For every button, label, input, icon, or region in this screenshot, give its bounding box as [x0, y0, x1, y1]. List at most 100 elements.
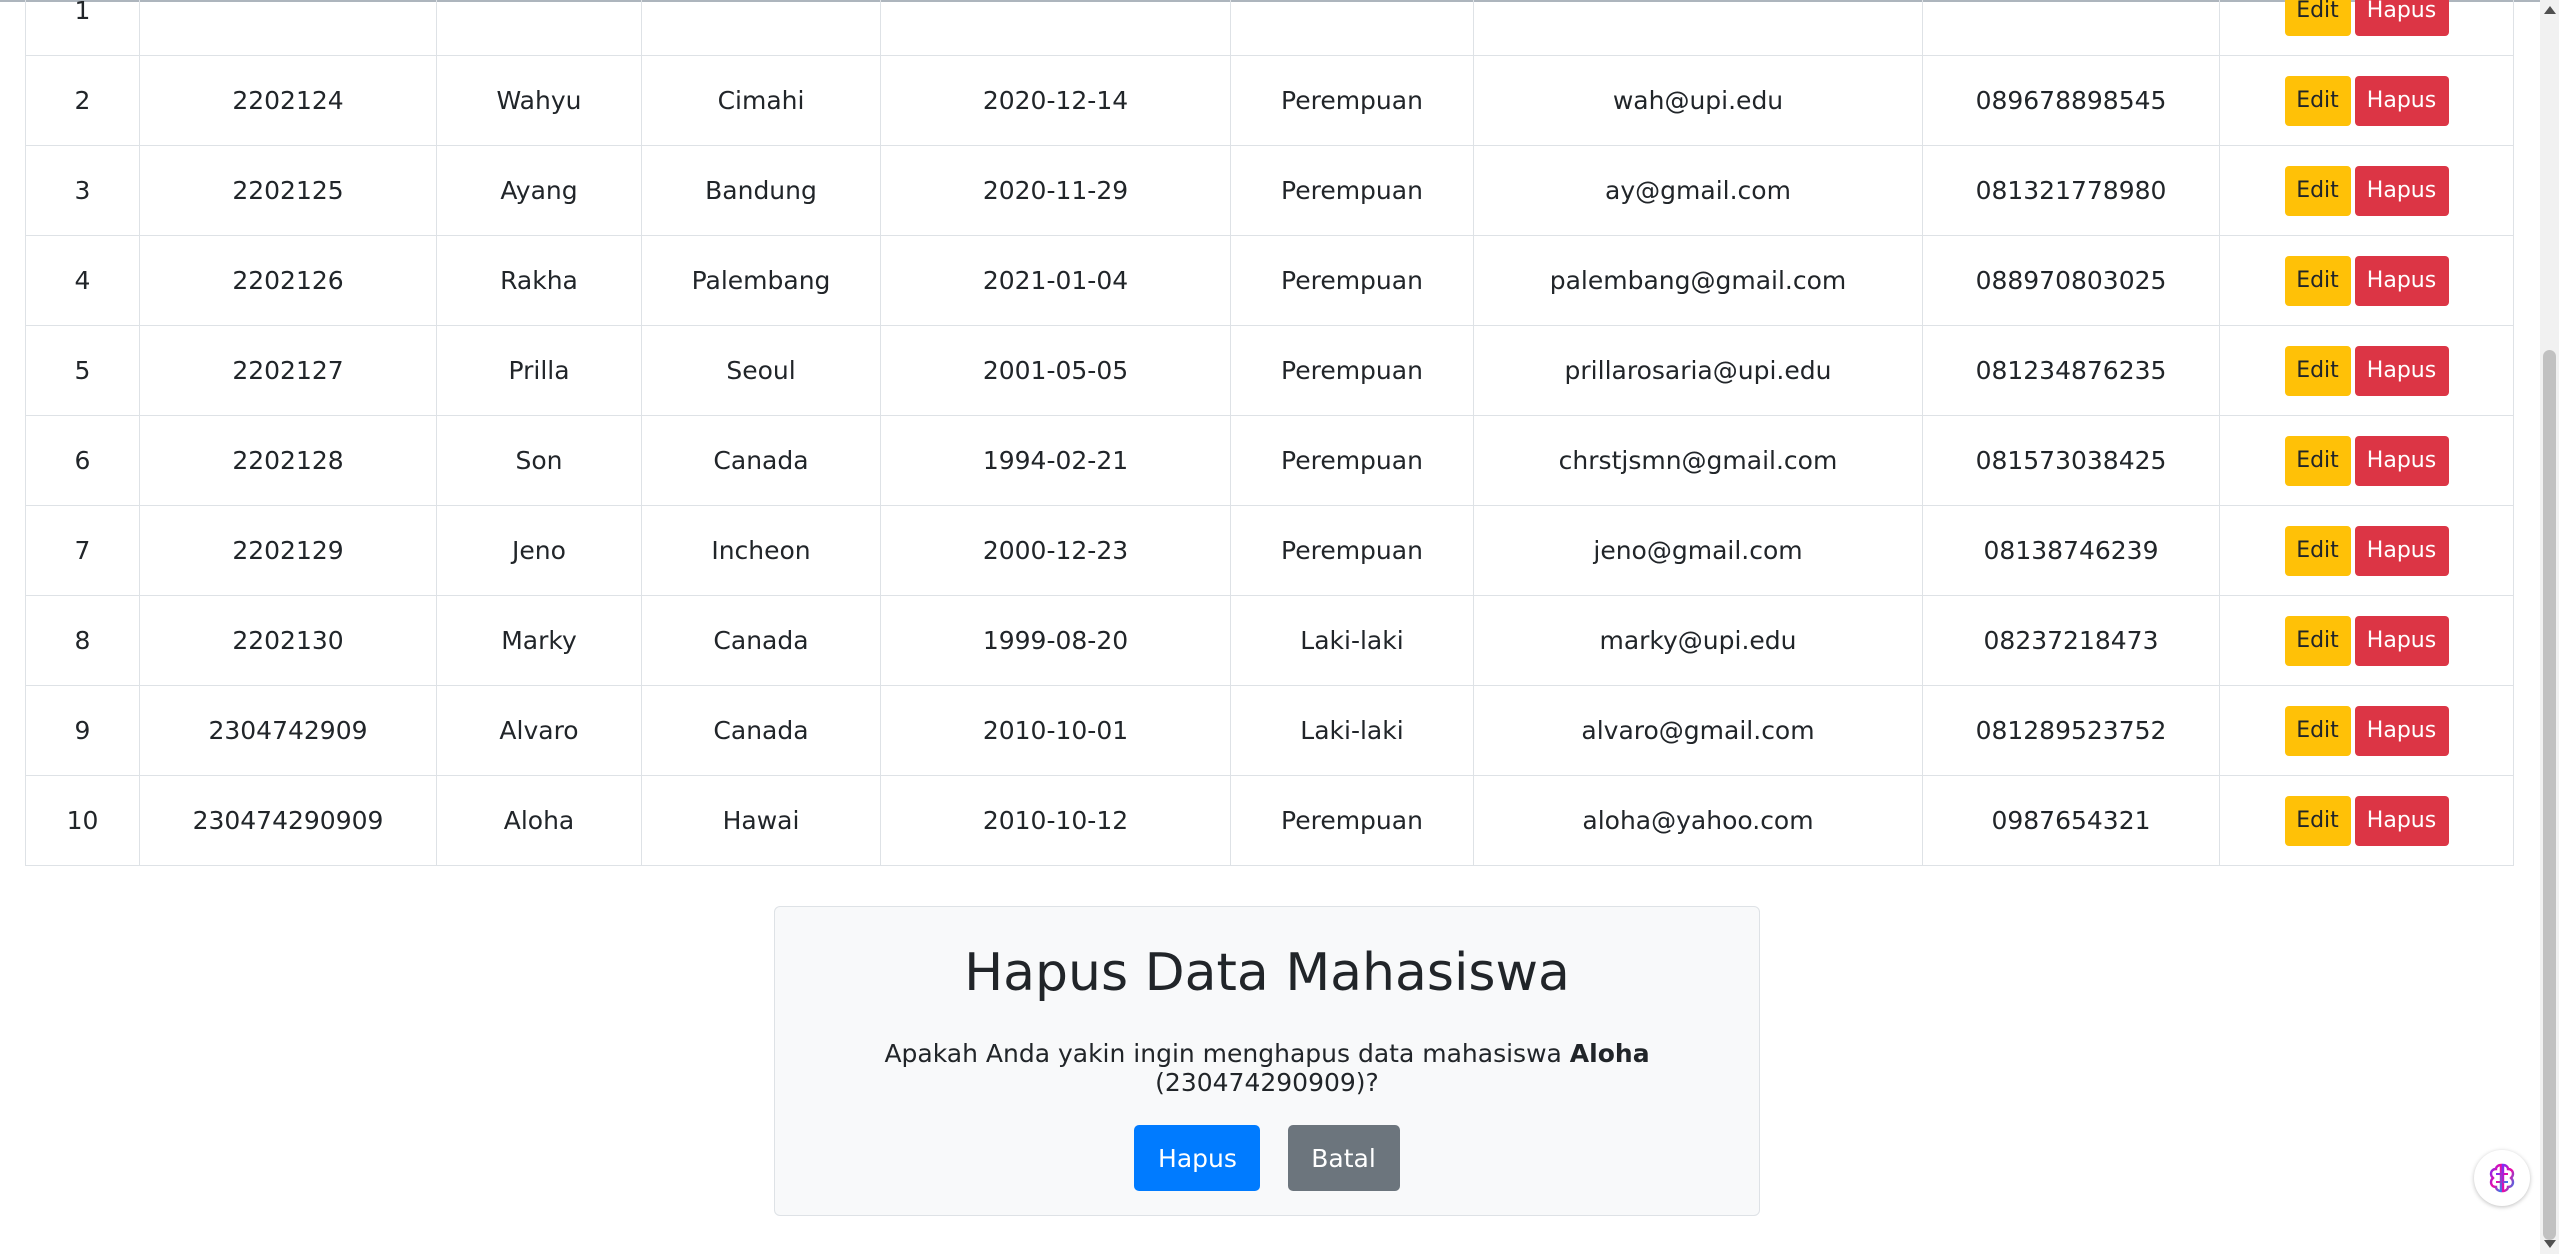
delete-button[interactable]: Hapus — [2354, 795, 2449, 846]
cell-email: jeno@gmail.com — [1473, 505, 1923, 596]
confirm-actions: Hapus Batal — [775, 1125, 1759, 1191]
cell-actions: Edit Hapus — [2219, 0, 2514, 56]
cell-gender: Perempuan — [1230, 325, 1474, 416]
cell-no: 2 — [25, 55, 140, 146]
cell-birthplace: Seoul — [641, 325, 881, 416]
delete-button[interactable]: Hapus — [2354, 435, 2449, 486]
cell-name — [436, 0, 642, 56]
cell-actions: Edit Hapus — [2219, 145, 2514, 236]
cell-email: marky@upi.edu — [1473, 595, 1923, 686]
delete-button[interactable]: Hapus — [2354, 0, 2449, 36]
delete-button[interactable]: Hapus — [2354, 705, 2449, 756]
edit-button[interactable]: Edit — [2284, 0, 2351, 36]
scroll-up-arrow-icon[interactable] — [2544, 6, 2556, 14]
table-row: 2 2202124 Wahyu Cimahi 2020-12-14 Perempuan wa… — [25, 55, 2514, 146]
brain-icon — [2489, 1163, 2515, 1193]
cell-actions: Edit Hapus — [2219, 415, 2514, 506]
cell-phone: 08237218473 — [1922, 595, 2220, 686]
delete-button[interactable]: Hapus — [2354, 525, 2449, 576]
table-row: 9 2304742909 Alvaro Canada 2010-10-01 Laki-la… — [25, 685, 2514, 776]
delete-button[interactable]: Hapus — [2354, 255, 2449, 306]
cell-phone: 081234876235 — [1922, 325, 2220, 416]
cell-birthdate: 1999-08-20 — [880, 595, 1231, 686]
vertical-scrollbar[interactable] — [2540, 0, 2559, 1254]
cell-actions: Edit Hapus — [2219, 55, 2514, 146]
cell-gender: Perempuan — [1230, 145, 1474, 236]
cell-birthdate: 2010-10-01 — [880, 685, 1231, 776]
cell-phone — [1922, 0, 2220, 56]
cell-name: Prilla — [436, 325, 642, 416]
confirm-delete-button[interactable]: Hapus — [1134, 1125, 1261, 1191]
cell-birthdate: 2000-12-23 — [880, 505, 1231, 596]
delete-button[interactable]: Hapus — [2354, 165, 2449, 216]
cell-actions: Edit Hapus — [2219, 775, 2514, 866]
cell-birthplace: Canada — [641, 415, 881, 506]
cell-nim: 2202124 — [139, 55, 437, 146]
cell-birthdate: 2001-05-05 — [880, 325, 1231, 416]
cell-no: 1 — [25, 0, 140, 56]
cell-birthplace: Canada — [641, 685, 881, 776]
cell-email: palembang@gmail.com — [1473, 235, 1923, 326]
cell-nim: 2202127 — [139, 325, 437, 416]
cell-birthdate — [880, 0, 1231, 56]
cell-gender: Perempuan — [1230, 235, 1474, 326]
edit-button[interactable]: Edit — [2284, 795, 2351, 846]
confirm-title: Hapus Data Mahasiswa — [964, 943, 1570, 1003]
cell-phone: 08138746239 — [1922, 505, 2220, 596]
table-row: 10 230474290909 Aloha Hawai 2010-10-12 Peremp… — [25, 775, 2514, 866]
scroll-thumb[interactable] — [2543, 350, 2556, 1240]
cell-phone: 081321778980 — [1922, 145, 2220, 236]
cell-birthplace: Palembang — [641, 235, 881, 326]
cancel-button[interactable]: Batal — [1287, 1125, 1400, 1191]
cell-actions: Edit Hapus — [2219, 685, 2514, 776]
cell-phone: 0987654321 — [1922, 775, 2220, 866]
scroll-down-arrow-icon[interactable] — [2544, 1240, 2556, 1248]
cell-gender — [1230, 0, 1474, 56]
cell-name: Marky — [436, 595, 642, 686]
cell-birthdate: 1994-02-21 — [880, 415, 1231, 506]
table-row: 8 2202130 Marky Canada 1999-08-20 Laki-laki ma… — [25, 595, 2514, 686]
cell-no: 5 — [25, 325, 140, 416]
cell-birthdate: 2010-10-12 — [880, 775, 1231, 866]
cell-phone: 081289523752 — [1922, 685, 2220, 776]
cell-gender: Laki-laki — [1230, 595, 1474, 686]
cell-nim: 230474290909 — [139, 775, 437, 866]
delete-confirmation-card: Hapus Data Mahasiswa Apakah Anda yakin i… — [774, 906, 1760, 1216]
cell-actions: Edit Hapus — [2219, 505, 2514, 596]
edit-button[interactable]: Edit — [2284, 615, 2351, 666]
cell-name: Ayang — [436, 145, 642, 236]
edit-button[interactable]: Edit — [2284, 525, 2351, 576]
cell-gender: Perempuan — [1230, 55, 1474, 146]
cell-name: Jeno — [436, 505, 642, 596]
delete-button[interactable]: Hapus — [2354, 615, 2449, 666]
edit-button[interactable]: Edit — [2284, 165, 2351, 216]
cell-nim: 2202129 — [139, 505, 437, 596]
cell-birthplace: Bandung — [641, 145, 881, 236]
cell-birthplace: Canada — [641, 595, 881, 686]
delete-button[interactable]: Hapus — [2354, 345, 2449, 396]
edit-button[interactable]: Edit — [2284, 345, 2351, 396]
edit-button[interactable]: Edit — [2284, 705, 2351, 756]
edit-button[interactable]: Edit — [2284, 255, 2351, 306]
confirm-student-name: Aloha — [1569, 1039, 1650, 1068]
delete-button[interactable]: Hapus — [2354, 75, 2449, 126]
table-row: 1 Edit Hapus — [25, 0, 2514, 56]
cell-gender: Perempuan — [1230, 505, 1474, 596]
edit-button[interactable]: Edit — [2284, 75, 2351, 126]
edit-button[interactable]: Edit — [2284, 435, 2351, 486]
cell-name: Wahyu — [436, 55, 642, 146]
cell-name: Aloha — [436, 775, 642, 866]
assistant-button[interactable] — [2474, 1150, 2530, 1206]
cell-no: 6 — [25, 415, 140, 506]
cell-nim: 2304742909 — [139, 685, 437, 776]
cell-gender: Laki-laki — [1230, 685, 1474, 776]
cell-actions: Edit Hapus — [2219, 235, 2514, 326]
cell-email: chrstjsmn@gmail.com — [1473, 415, 1923, 506]
cell-no: 7 — [25, 505, 140, 596]
table-body: 1 Edit Hapus 2 2202124 Wahyu Cimahi 2020-12-14 P… — [25, 0, 2514, 866]
student-table: 1 Edit Hapus 2 2202124 Wahyu Cimahi 2020-12-14 P… — [25, 0, 2514, 866]
table-row: 6 2202128 Son Canada 1994-02-21 Perempuan chrs… — [25, 415, 2514, 506]
cell-no: 3 — [25, 145, 140, 236]
cell-birthplace: Cimahi — [641, 55, 881, 146]
confirm-message: Apakah Anda yakin ingin menghapus data m… — [775, 1039, 1759, 1097]
